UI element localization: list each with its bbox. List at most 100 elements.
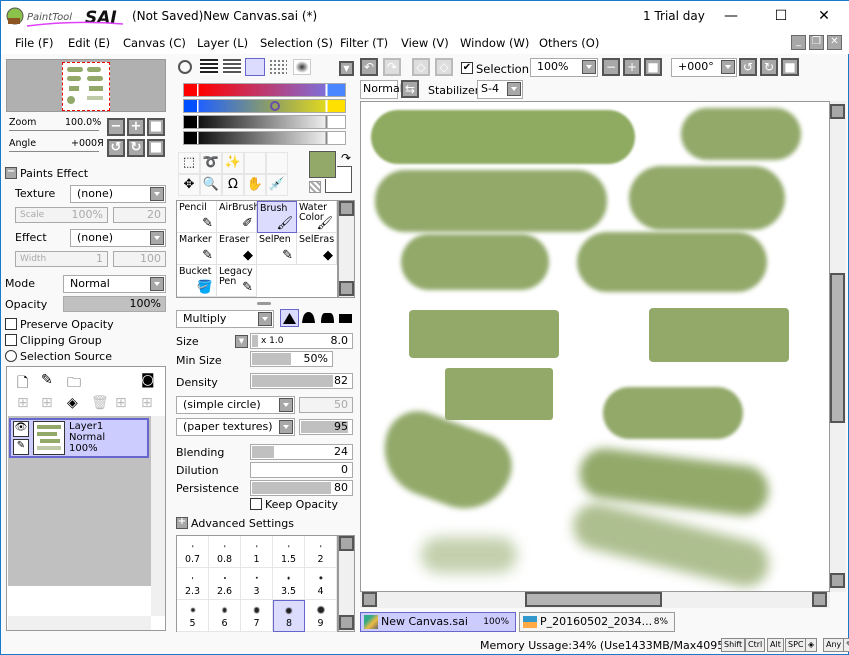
scroll-up-button[interactable] — [339, 536, 354, 551]
rotate-left-button[interactable]: ↺ — [107, 139, 125, 157]
close-button[interactable]: ✕ — [804, 3, 844, 29]
brush-tool-water-color[interactable]: Water Color 🖌 — [297, 201, 337, 233]
clear-layer-icon[interactable]: ◈ — [67, 395, 78, 411]
layer-opacity-slider[interactable]: 100% — [63, 296, 166, 312]
brush-tool-pencil[interactable]: Pencil ✎ — [177, 201, 217, 233]
doc-tab-new-canvas[interactable]: New Canvas.sai 100% — [360, 612, 516, 632]
zoom-in-button[interactable]: + — [127, 118, 145, 136]
doc-tab-photo[interactable]: P_20160502_2034... 8% — [519, 612, 675, 632]
blending-slider[interactable]: 24 — [250, 444, 353, 460]
effect-dropdown[interactable]: (none) — [70, 229, 166, 247]
color-panel-menu-icon[interactable]: ▼ — [339, 61, 354, 76]
mdi-close-button[interactable]: ✕ — [827, 35, 842, 50]
brush-size-preset[interactable]: 9 — [305, 600, 337, 632]
dilution-slider[interactable]: 0 — [250, 462, 353, 478]
green-slider[interactable] — [183, 99, 346, 113]
redo-button[interactable]: ↷ — [383, 58, 401, 76]
stabilizer-dropdown[interactable]: S-4 — [477, 80, 523, 99]
palette-tab-icon[interactable] — [245, 58, 265, 76]
transparent-color-icon[interactable] — [309, 181, 321, 193]
brush-tool-eraser[interactable]: Eraser ◆ — [217, 233, 257, 265]
size-grid-scrollbar[interactable] — [338, 535, 355, 632]
swap-colors-icon[interactable]: ↷ — [341, 151, 351, 165]
merge-visible-icon[interactable]: ⊞ — [115, 395, 127, 411]
eye-icon[interactable]: 👁 — [13, 421, 29, 437]
brush-texture-strength[interactable]: 95 — [299, 419, 353, 435]
flatten-icon[interactable]: ⊞ — [141, 395, 153, 411]
menu-file[interactable]: File (F) — [15, 36, 54, 50]
canvas-rotate-reset-button[interactable]: ■ — [781, 58, 799, 76]
canvas-zoom-dropdown[interactable]: 100% — [530, 58, 598, 77]
canvas-zoom-in-button[interactable]: + — [623, 58, 641, 76]
menu-others[interactable]: Others (O) — [539, 36, 599, 50]
preserve-opacity-checkbox[interactable] — [5, 318, 17, 330]
rotate-reset-button[interactable]: ■ — [147, 139, 165, 157]
merge-down-icon[interactable]: ⊞ — [41, 395, 53, 411]
brush-shape-strength[interactable]: 50 — [299, 397, 353, 413]
hand-tool-icon[interactable]: ✋ — [244, 174, 266, 196]
clipping-group-checkbox[interactable] — [5, 334, 17, 346]
flip-view-button[interactable]: ⇆ — [401, 80, 419, 98]
navigator-preview[interactable] — [6, 59, 166, 112]
brush-tool-brush[interactable]: Brush 🖌 — [257, 201, 297, 233]
canvas-zoom-out-button[interactable]: − — [602, 58, 620, 76]
brush-tool-marker[interactable]: Marker ✎ — [177, 233, 217, 265]
rgb-slider-tab-icon[interactable] — [200, 59, 218, 75]
advanced-settings-header[interactable]: Advanced Settings — [191, 517, 294, 530]
menu-view[interactable]: View (V) — [401, 36, 449, 50]
size-multiplier-dropdown[interactable]: ▼ — [235, 335, 248, 348]
canvas-vertical-scrollbar[interactable] — [830, 101, 846, 592]
brush-tool-bucket[interactable]: Bucket 🪣 — [177, 265, 217, 297]
mdi-minimize-button[interactable]: _ — [791, 35, 806, 50]
canvas-rotate-right-button[interactable]: ↻ — [760, 58, 778, 76]
brush-shape-dropdown[interactable]: (simple circle) — [176, 396, 295, 414]
move-tool-icon[interactable]: ✥ — [178, 174, 200, 196]
canvas-angle-dropdown[interactable]: +000° — [671, 58, 737, 77]
mdi-restore-button[interactable]: ❐ — [809, 35, 824, 50]
brush-size-preset[interactable]: 3 — [241, 568, 273, 600]
brush-size-slider[interactable]: x 1.0 8.0 — [250, 333, 353, 349]
brush-grid-scrollbar[interactable] — [338, 200, 355, 298]
angle-slider[interactable] — [9, 151, 99, 152]
brush-size-preset[interactable]: 2.6 — [209, 568, 241, 600]
blue-slider[interactable] — [183, 115, 346, 129]
scroll-down-button[interactable] — [339, 281, 354, 296]
hsv-slider-tab-icon[interactable] — [223, 59, 241, 75]
brush-texture-dropdown[interactable]: (paper textures) — [176, 418, 295, 436]
zoom-slider[interactable] — [9, 130, 99, 131]
collapse-paints-effect-icon[interactable]: − — [5, 167, 17, 179]
canvas-rotate-left-button[interactable]: ↺ — [739, 58, 757, 76]
brush-size-preset[interactable]: 7 — [241, 600, 273, 632]
layer-row[interactable]: 👁 ✎ Layer1 Normal 100% — [9, 418, 149, 458]
width-strength-field[interactable]: 100 — [113, 251, 166, 267]
scale-strength-field[interactable]: 20 — [113, 207, 166, 223]
primary-color-swatch[interactable] — [308, 150, 337, 179]
width-field[interactable]: Width 1 — [15, 251, 108, 267]
menu-window[interactable]: Window (W) — [460, 36, 529, 50]
color-wheel-tab-icon[interactable] — [178, 60, 192, 74]
brush-shape-round[interactable] — [300, 309, 319, 327]
slider-handle-icon[interactable] — [270, 101, 280, 111]
lasso-tool-icon[interactable]: ➰ — [200, 152, 222, 174]
menu-layer[interactable]: Layer (L) — [197, 36, 248, 50]
zoom-reset-button[interactable]: ■ — [147, 118, 165, 136]
canvas-horizontal-scrollbar[interactable] — [360, 592, 830, 608]
brush-tool-airbrush[interactable]: AirBrush ✐ — [217, 201, 259, 233]
navigator-thumbnail[interactable] — [62, 62, 110, 111]
scroll-down-button[interactable] — [830, 573, 845, 588]
rect-select-tool-icon[interactable]: ⬚ — [178, 152, 200, 174]
brush-size-preset[interactable]: 1.5 — [273, 536, 305, 568]
min-size-slider[interactable]: 50% — [250, 351, 333, 367]
expand-advanced-icon[interactable]: + — [176, 517, 188, 529]
brush-size-preset[interactable]: 5 — [177, 600, 209, 632]
scroll-up-button[interactable] — [339, 201, 354, 216]
scratchpad-tab-icon[interactable] — [293, 59, 311, 75]
brush-shape-flat-round[interactable] — [319, 309, 338, 327]
brush-shape-square[interactable] — [337, 309, 356, 327]
brush-size-preset[interactable]: 4 — [305, 568, 337, 600]
brush-size-preset[interactable]: 0.7 — [177, 536, 209, 568]
blend-mode-dropdown[interactable]: Multiply — [176, 310, 274, 328]
new-linework-layer-icon[interactable]: ✎ — [41, 372, 53, 388]
view-mode-button[interactable]: Normal — [360, 80, 403, 99]
scroll-left-button[interactable] — [362, 592, 377, 607]
